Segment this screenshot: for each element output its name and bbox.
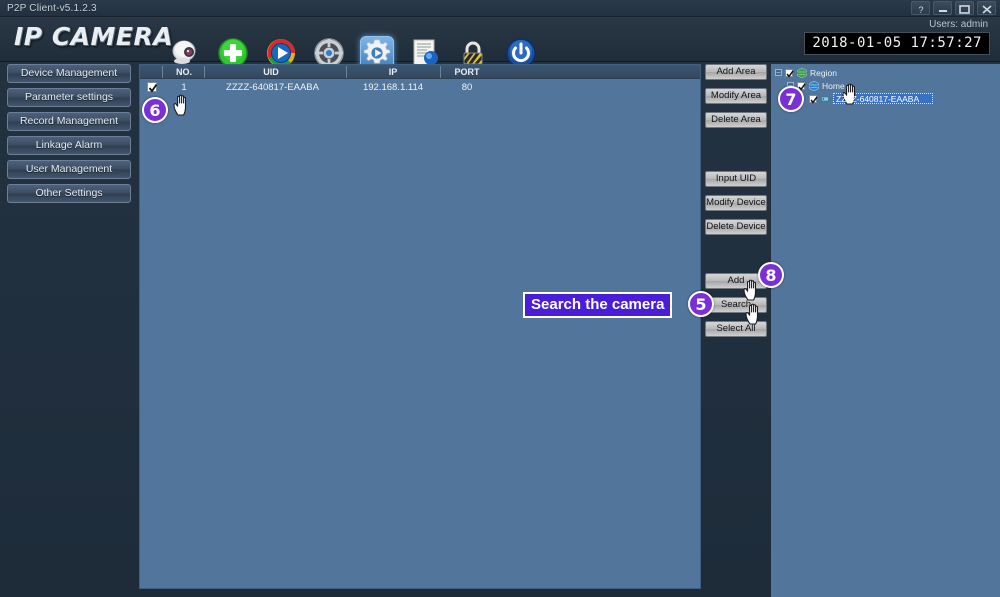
callout-badge-7: 7 <box>778 86 804 112</box>
device-list-header: NO. UID IP PORT <box>140 65 700 79</box>
callout-badge-8: 8 <box>758 262 784 288</box>
tree-node-device[interactable]: ZZZZ-640817-EAABA <box>771 93 1000 104</box>
delete-device-button[interactable]: Delete Device <box>705 219 767 235</box>
modify-area-button[interactable]: Modify Area <box>705 88 767 104</box>
select-all-button[interactable]: Select All <box>705 321 767 337</box>
sidebar-item-parameter-settings[interactable]: Parameter settings <box>7 88 131 107</box>
callout-badge-6: 6 <box>142 97 168 123</box>
globe-blue-icon <box>809 81 819 91</box>
title-bar: P2P Client-v5.1.2.3 ? <box>0 0 1000 17</box>
modify-device-button[interactable]: Modify Device <box>705 195 767 211</box>
row-checkbox[interactable] <box>147 82 158 93</box>
column-header-port[interactable]: PORT <box>442 65 492 79</box>
input-uid-button[interactable]: Input UID <box>705 171 767 187</box>
tree-label-device: ZZZZ-640817-EAABA <box>836 94 920 104</box>
annotation-search-the-camera: Search the camera <box>523 292 673 318</box>
globe-green-icon <box>797 68 807 78</box>
sidebar-item-device-management[interactable]: Device Management <box>7 64 131 83</box>
cell-no: 1 <box>181 82 187 93</box>
cell-ip: 192.168.1.114 <box>362 82 424 93</box>
user-label: Users: admin <box>929 19 988 30</box>
sidebar-item-record-management[interactable]: Record Management <box>7 112 131 131</box>
close-button[interactable] <box>977 1 996 15</box>
tree-label-region: Region <box>810 68 837 78</box>
button-group-spacer-1 <box>705 136 771 171</box>
tree-label-home: Home <box>822 81 845 91</box>
app-window: P2P Client-v5.1.2.3 ? IP CAMERA Users: a… <box>0 0 1000 597</box>
action-button-column: Add Area Modify Area Delete Area Input U… <box>705 64 771 274</box>
sidebar: Device Management Parameter settings Rec… <box>0 64 138 208</box>
sidebar-item-linkage-alarm[interactable]: Linkage Alarm <box>7 136 131 155</box>
column-header-uid[interactable]: UID <box>206 65 336 79</box>
sidebar-item-user-management[interactable]: User Management <box>7 160 131 179</box>
callout-badge-5: 5 <box>688 291 714 317</box>
svg-text:?: ? <box>918 5 923 14</box>
minimize-button[interactable] <box>933 1 952 15</box>
device-icon <box>821 96 832 102</box>
tree-node-region[interactable]: – Region <box>771 68 1000 78</box>
column-header-ip[interactable]: IP <box>348 65 438 79</box>
brand-logo: IP CAMERA <box>14 22 174 51</box>
datetime-display: 2018-01-05 17:57:27 <box>804 32 990 55</box>
cell-port: 80 <box>461 82 473 93</box>
expander-region-icon[interactable]: – <box>775 69 782 76</box>
column-header-no[interactable]: NO. <box>164 65 204 79</box>
cell-uid: ZZZZ-640817-EAABA <box>226 82 319 93</box>
device-list-panel: NO. UID IP PORT 1 ZZZZ-640817-EAABA 192.… <box>139 64 701 589</box>
add-area-button[interactable]: Add Area <box>705 64 767 80</box>
region-tree-panel: – Region – Home <box>771 64 1000 597</box>
tree-checkbox-device[interactable] <box>809 95 818 104</box>
sidebar-item-other-settings[interactable]: Other Settings <box>7 184 131 203</box>
app-title: P2P Client-v5.1.2.3 <box>7 3 97 14</box>
window-controls: ? <box>911 1 996 15</box>
maximize-button[interactable] <box>955 1 974 15</box>
search-button[interactable]: Search <box>705 297 767 313</box>
table-row[interactable]: 1 ZZZZ-640817-EAABA 192.168.1.114 80 <box>140 79 700 96</box>
tree-node-home[interactable]: – Home <box>771 81 1000 91</box>
help-button[interactable]: ? <box>911 1 930 15</box>
app-header: IP CAMERA Users: admin 2018-01-05 17:57:… <box>0 17 1000 70</box>
tree-checkbox-region[interactable] <box>785 69 794 78</box>
delete-area-button[interactable]: Delete Area <box>705 112 767 128</box>
